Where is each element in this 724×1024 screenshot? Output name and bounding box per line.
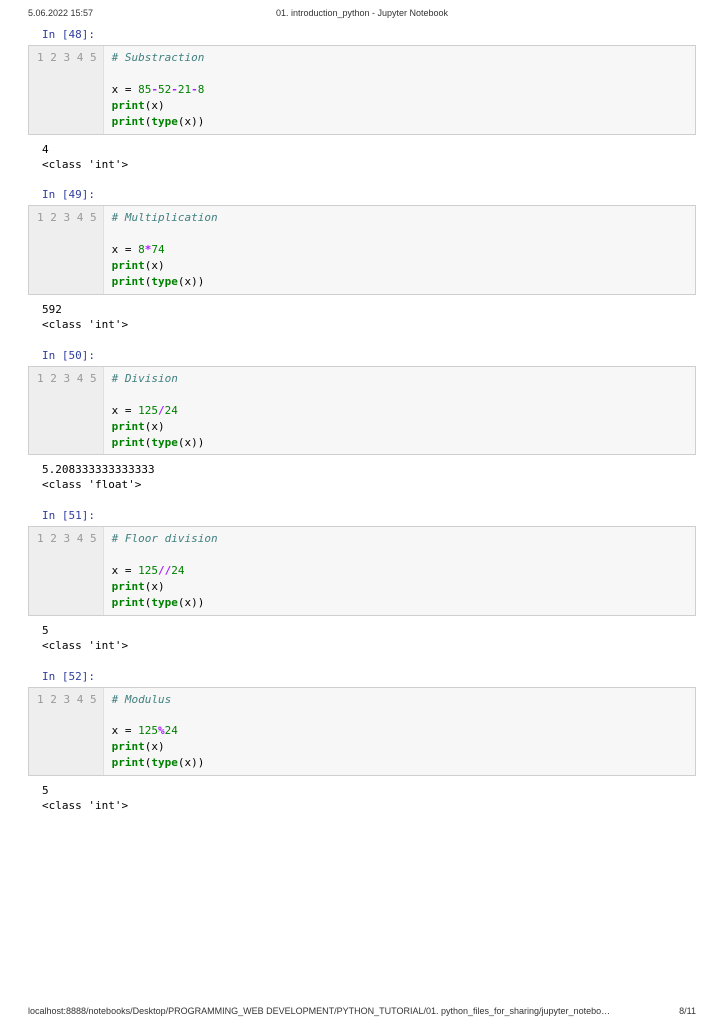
input-prompt: In [51]:	[42, 509, 696, 522]
code-cell: In [51]: 1 2 3 4 5# Floor division x = 12…	[28, 509, 696, 653]
code-content[interactable]: # Modulus x = 125%24print(x)print(type(x…	[104, 688, 213, 776]
code-cell: In [48]: 1 2 3 4 5# Substraction x = 85-5…	[28, 28, 696, 172]
code-cell: In [49]: 1 2 3 4 5# Multiplication x = 8*…	[28, 188, 696, 332]
cell-output: 4 <class 'int'>	[42, 143, 696, 173]
footer-path: localhost:8888/notebooks/Desktop/PROGRAM…	[28, 1006, 610, 1016]
line-gutter: 1 2 3 4 5	[29, 688, 104, 776]
header-title: 01. introduction_python - Jupyter Notebo…	[0, 8, 724, 18]
input-area[interactable]: 1 2 3 4 5# Division x = 125/24print(x)pr…	[28, 366, 696, 456]
input-area[interactable]: 1 2 3 4 5# Substraction x = 85-52-21-8pr…	[28, 45, 696, 135]
input-area[interactable]: 1 2 3 4 5# Multiplication x = 8*74print(…	[28, 205, 696, 295]
input-prompt: In [49]:	[42, 188, 696, 201]
line-gutter: 1 2 3 4 5	[29, 367, 104, 455]
code-cell: In [52]: 1 2 3 4 5# Modulus x = 125%24pri…	[28, 670, 696, 814]
code-content[interactable]: # Substraction x = 85-52-21-8print(x)pri…	[104, 46, 213, 134]
input-area[interactable]: 1 2 3 4 5# Floor division x = 125//24pri…	[28, 526, 696, 616]
cell-output: 592 <class 'int'>	[42, 303, 696, 333]
code-content[interactable]: # Multiplication x = 8*74print(x)print(t…	[104, 206, 226, 294]
line-gutter: 1 2 3 4 5	[29, 527, 104, 615]
cell-output: 5 <class 'int'>	[42, 784, 696, 814]
cell-output: 5.208333333333333 <class 'float'>	[42, 463, 696, 493]
line-gutter: 1 2 3 4 5	[29, 46, 104, 134]
input-area[interactable]: 1 2 3 4 5# Modulus x = 125%24print(x)pri…	[28, 687, 696, 777]
page-header: 5.06.2022 15:57 01. introduction_python …	[0, 0, 724, 18]
input-prompt: In [52]:	[42, 670, 696, 683]
input-prompt: In [50]:	[42, 349, 696, 362]
notebook-content: In [48]:1 2 3 4 5# Substraction x = 85-5…	[0, 18, 724, 814]
code-content[interactable]: # Division x = 125/24print(x)print(type(…	[104, 367, 213, 455]
code-cell: In [50]: 1 2 3 4 5# Division x = 125/24pr…	[28, 349, 696, 493]
footer-page: 8/11	[679, 1006, 696, 1016]
cell-output: 5 <class 'int'>	[42, 624, 696, 654]
page-footer: localhost:8888/notebooks/Desktop/PROGRAM…	[28, 1006, 696, 1016]
input-prompt: In [48]:	[42, 28, 696, 41]
code-content[interactable]: # Floor division x = 125//24print(x)prin…	[104, 527, 226, 615]
line-gutter: 1 2 3 4 5	[29, 206, 104, 294]
